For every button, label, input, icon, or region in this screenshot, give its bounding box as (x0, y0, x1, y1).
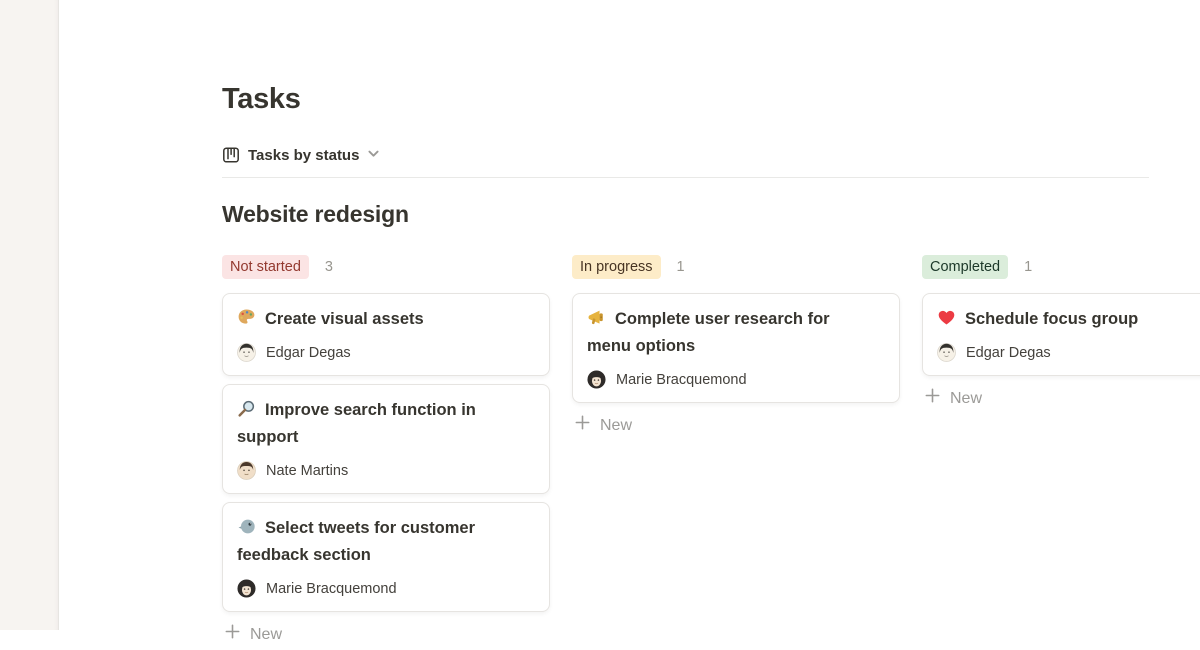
new-card-button[interactable]: New (222, 620, 284, 650)
card-title-row: Create visual assets (237, 306, 505, 333)
view-tab-label: Tasks by status (248, 147, 359, 164)
kanban-board: Not started 3 Create visual assets Edgar… (222, 255, 1200, 650)
card-title-row: Select tweets for customer feedback sect… (237, 515, 505, 569)
card-title: Schedule focus group (965, 310, 1138, 328)
assignee-name: Marie Bracquemond (616, 372, 747, 388)
card-title-row: Schedule focus group (937, 306, 1200, 333)
card-title: Improve search function in support (237, 401, 476, 446)
column-completed: Completed 1 Schedule focus group Edgar D… (922, 255, 1200, 414)
page-main: Tasks Tasks by status Website redesign (60, 0, 1200, 630)
assignee-name: Marie Bracquemond (266, 581, 397, 597)
bird-icon (237, 517, 256, 536)
avatar-edgar-degas (937, 343, 956, 362)
column-header-completed[interactable]: Completed 1 (922, 255, 1200, 279)
card-count: 3 (325, 259, 333, 275)
board-title: Website redesign (222, 199, 1200, 229)
new-card-button[interactable]: New (572, 411, 634, 441)
magnifier-icon (237, 399, 256, 418)
assignee-row: Marie Bracquemond (237, 579, 535, 598)
status-badge-in-progress[interactable]: In progress (572, 255, 661, 279)
divider (222, 177, 1149, 178)
new-card-label: New (600, 415, 632, 437)
task-card-improve-search[interactable]: Improve search function in support Nate … (222, 384, 550, 494)
card-title: Select tweets for customer feedback sect… (237, 519, 475, 564)
assignee-name: Edgar Degas (966, 345, 1051, 361)
plus-icon (924, 387, 941, 411)
task-card-select-tweets[interactable]: Select tweets for customer feedback sect… (222, 502, 550, 612)
task-card-user-research[interactable]: Complete user research for menu options … (572, 293, 900, 403)
chevron-down-icon (367, 147, 380, 164)
assignee-name: Edgar Degas (266, 345, 351, 361)
new-card-button[interactable]: New (922, 384, 984, 414)
avatar-marie-bracquemond (237, 579, 256, 598)
card-title-row: Complete user research for menu options (587, 306, 855, 360)
column-in-progress: In progress 1 Complete user research for… (572, 255, 900, 441)
status-badge-completed[interactable]: Completed (922, 255, 1008, 279)
task-card-create-visual-assets[interactable]: Create visual assets Edgar Degas (222, 293, 550, 376)
task-card-schedule-focus-group[interactable]: Schedule focus group Edgar Degas (922, 293, 1200, 376)
column-header-in-progress[interactable]: In progress 1 (572, 255, 900, 279)
avatar-marie-bracquemond (587, 370, 606, 389)
card-title: Create visual assets (265, 310, 424, 328)
assignee-row: Marie Bracquemond (587, 370, 885, 389)
assignee-row: Edgar Degas (237, 343, 535, 362)
card-count: 1 (1024, 259, 1032, 275)
new-card-label: New (250, 624, 282, 646)
plus-icon (574, 414, 591, 438)
view-tab-tasks-by-status[interactable]: Tasks by status (222, 146, 380, 177)
avatar-edgar-degas (237, 343, 256, 362)
assignee-name: Nate Martins (266, 463, 348, 479)
page-title: Tasks (222, 82, 1200, 116)
column-not-started: Not started 3 Create visual assets Edgar… (222, 255, 550, 650)
status-badge-not-started[interactable]: Not started (222, 255, 309, 279)
avatar-nate-martins (237, 461, 256, 480)
card-title: Complete user research for menu options (587, 310, 830, 355)
new-card-label: New (950, 388, 982, 410)
palette-icon (237, 308, 256, 327)
assignee-row: Edgar Degas (937, 343, 1200, 362)
card-title-row: Improve search function in support (237, 397, 505, 451)
assignee-row: Nate Martins (237, 461, 535, 480)
plus-icon (224, 623, 241, 647)
card-count: 1 (677, 259, 685, 275)
board-view-icon (222, 146, 240, 164)
app-sidebar (0, 0, 59, 630)
heart-icon (937, 308, 956, 327)
megaphone-icon (587, 308, 606, 327)
column-header-not-started[interactable]: Not started 3 (222, 255, 550, 279)
